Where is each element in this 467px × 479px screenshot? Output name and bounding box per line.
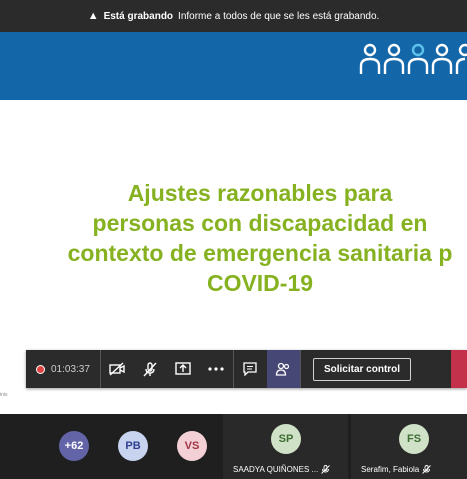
record-icon: [36, 364, 45, 374]
participants-strip: +62 PB VS SP SAADYA QUIÑONES ... FS Sera…: [0, 414, 467, 479]
meeting-toolbar: 01:03:37 Solicitar control: [26, 350, 467, 388]
divider: [299, 350, 301, 388]
recording-timer: 01:03:37: [26, 350, 100, 388]
participant-name-row: Serafim, Fabiola: [361, 465, 432, 474]
participants-icon: [276, 362, 290, 376]
participant-name: SAADYA QUIÑONES ...: [233, 465, 319, 474]
participants-button[interactable]: [266, 350, 300, 388]
slide-footer-text: inis: [0, 392, 8, 398]
participant-name: Serafim, Fabiola: [361, 465, 420, 474]
mic-toggle-button[interactable]: [134, 350, 167, 388]
participant-tile[interactable]: FS Serafim, Fabiola: [351, 414, 467, 479]
more-options-button[interactable]: [200, 350, 233, 388]
recording-notice: Informe a todos de que se les está graba…: [178, 10, 380, 22]
share-screen-icon: [175, 362, 192, 375]
avatar[interactable]: VS: [177, 431, 207, 461]
chat-icon: [243, 362, 258, 376]
avatar[interactable]: PB: [118, 431, 148, 461]
more-icon: [208, 367, 225, 371]
warning-icon: ▲: [87, 10, 99, 22]
slide-title: Ajustes razonables para personas con dis…: [67, 180, 453, 296]
mic-off-icon: [422, 465, 432, 474]
overflow-participants-badge[interactable]: +62: [59, 431, 89, 461]
camera-toggle-button[interactable]: [101, 350, 134, 388]
recording-status: Está grabando: [103, 10, 174, 22]
share-screen-button[interactable]: [167, 350, 200, 388]
hang-up-button[interactable]: [451, 350, 467, 388]
recording-banner: ▲ Está grabando Informe a todos de que s…: [0, 0, 467, 32]
avatar: SP: [271, 424, 301, 454]
participant-name-row: SAADYA QUIÑONES ...: [233, 465, 331, 474]
avatar: FS: [399, 424, 429, 454]
mic-off-icon: [143, 361, 157, 376]
people-logo-icon: [359, 43, 467, 74]
mic-off-icon: [321, 465, 331, 474]
participant-tile[interactable]: SP SAADYA QUIÑONES ...: [223, 414, 348, 479]
record-time: 01:03:37: [51, 363, 90, 375]
chat-button[interactable]: [234, 350, 267, 388]
camera-off-icon: [109, 362, 126, 376]
request-control-button[interactable]: Solicitar control: [312, 357, 412, 381]
